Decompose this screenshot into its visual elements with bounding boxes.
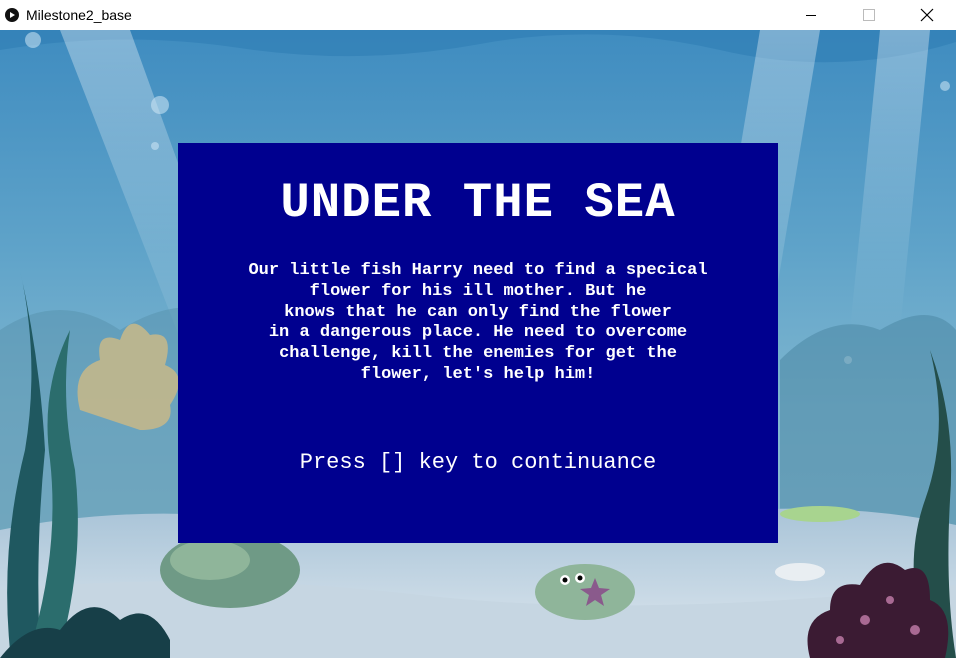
title-bar[interactable]: Milestone2_base <box>0 0 956 30</box>
story-line: in a dangerous place. He need to overcom… <box>268 323 688 343</box>
minimize-icon <box>806 15 816 16</box>
maximize-icon <box>863 9 875 21</box>
close-icon <box>920 8 934 22</box>
minimize-button[interactable] <box>782 0 840 30</box>
story-text: Our little fish Harry need to find a spe… <box>188 261 768 386</box>
game-canvas[interactable]: UNDER THE SEA Our little fish Harry need… <box>0 30 956 658</box>
game-window: Milestone2_base UNDER THE SEA Our little… <box>0 0 956 658</box>
window-title: Milestone2_base <box>26 7 132 23</box>
close-button[interactable] <box>898 0 956 30</box>
intro-panel: UNDER THE SEA Our little fish Harry need… <box>178 143 778 543</box>
story-line: challenge, kill the enemies for get the <box>279 344 677 364</box>
story-line: flower for his ill mother. But he <box>309 281 647 301</box>
play-icon <box>5 8 19 22</box>
continue-prompt: Press [] key to continuance <box>299 450 657 475</box>
story-line: flower, let's help him! <box>360 364 596 384</box>
story-line: Our little fish Harry need to find a spe… <box>248 261 708 280</box>
game-title: UNDER THE SEA <box>280 175 676 231</box>
story-line: knows that he can only find the flower <box>284 302 672 322</box>
maximize-button[interactable] <box>840 0 898 30</box>
